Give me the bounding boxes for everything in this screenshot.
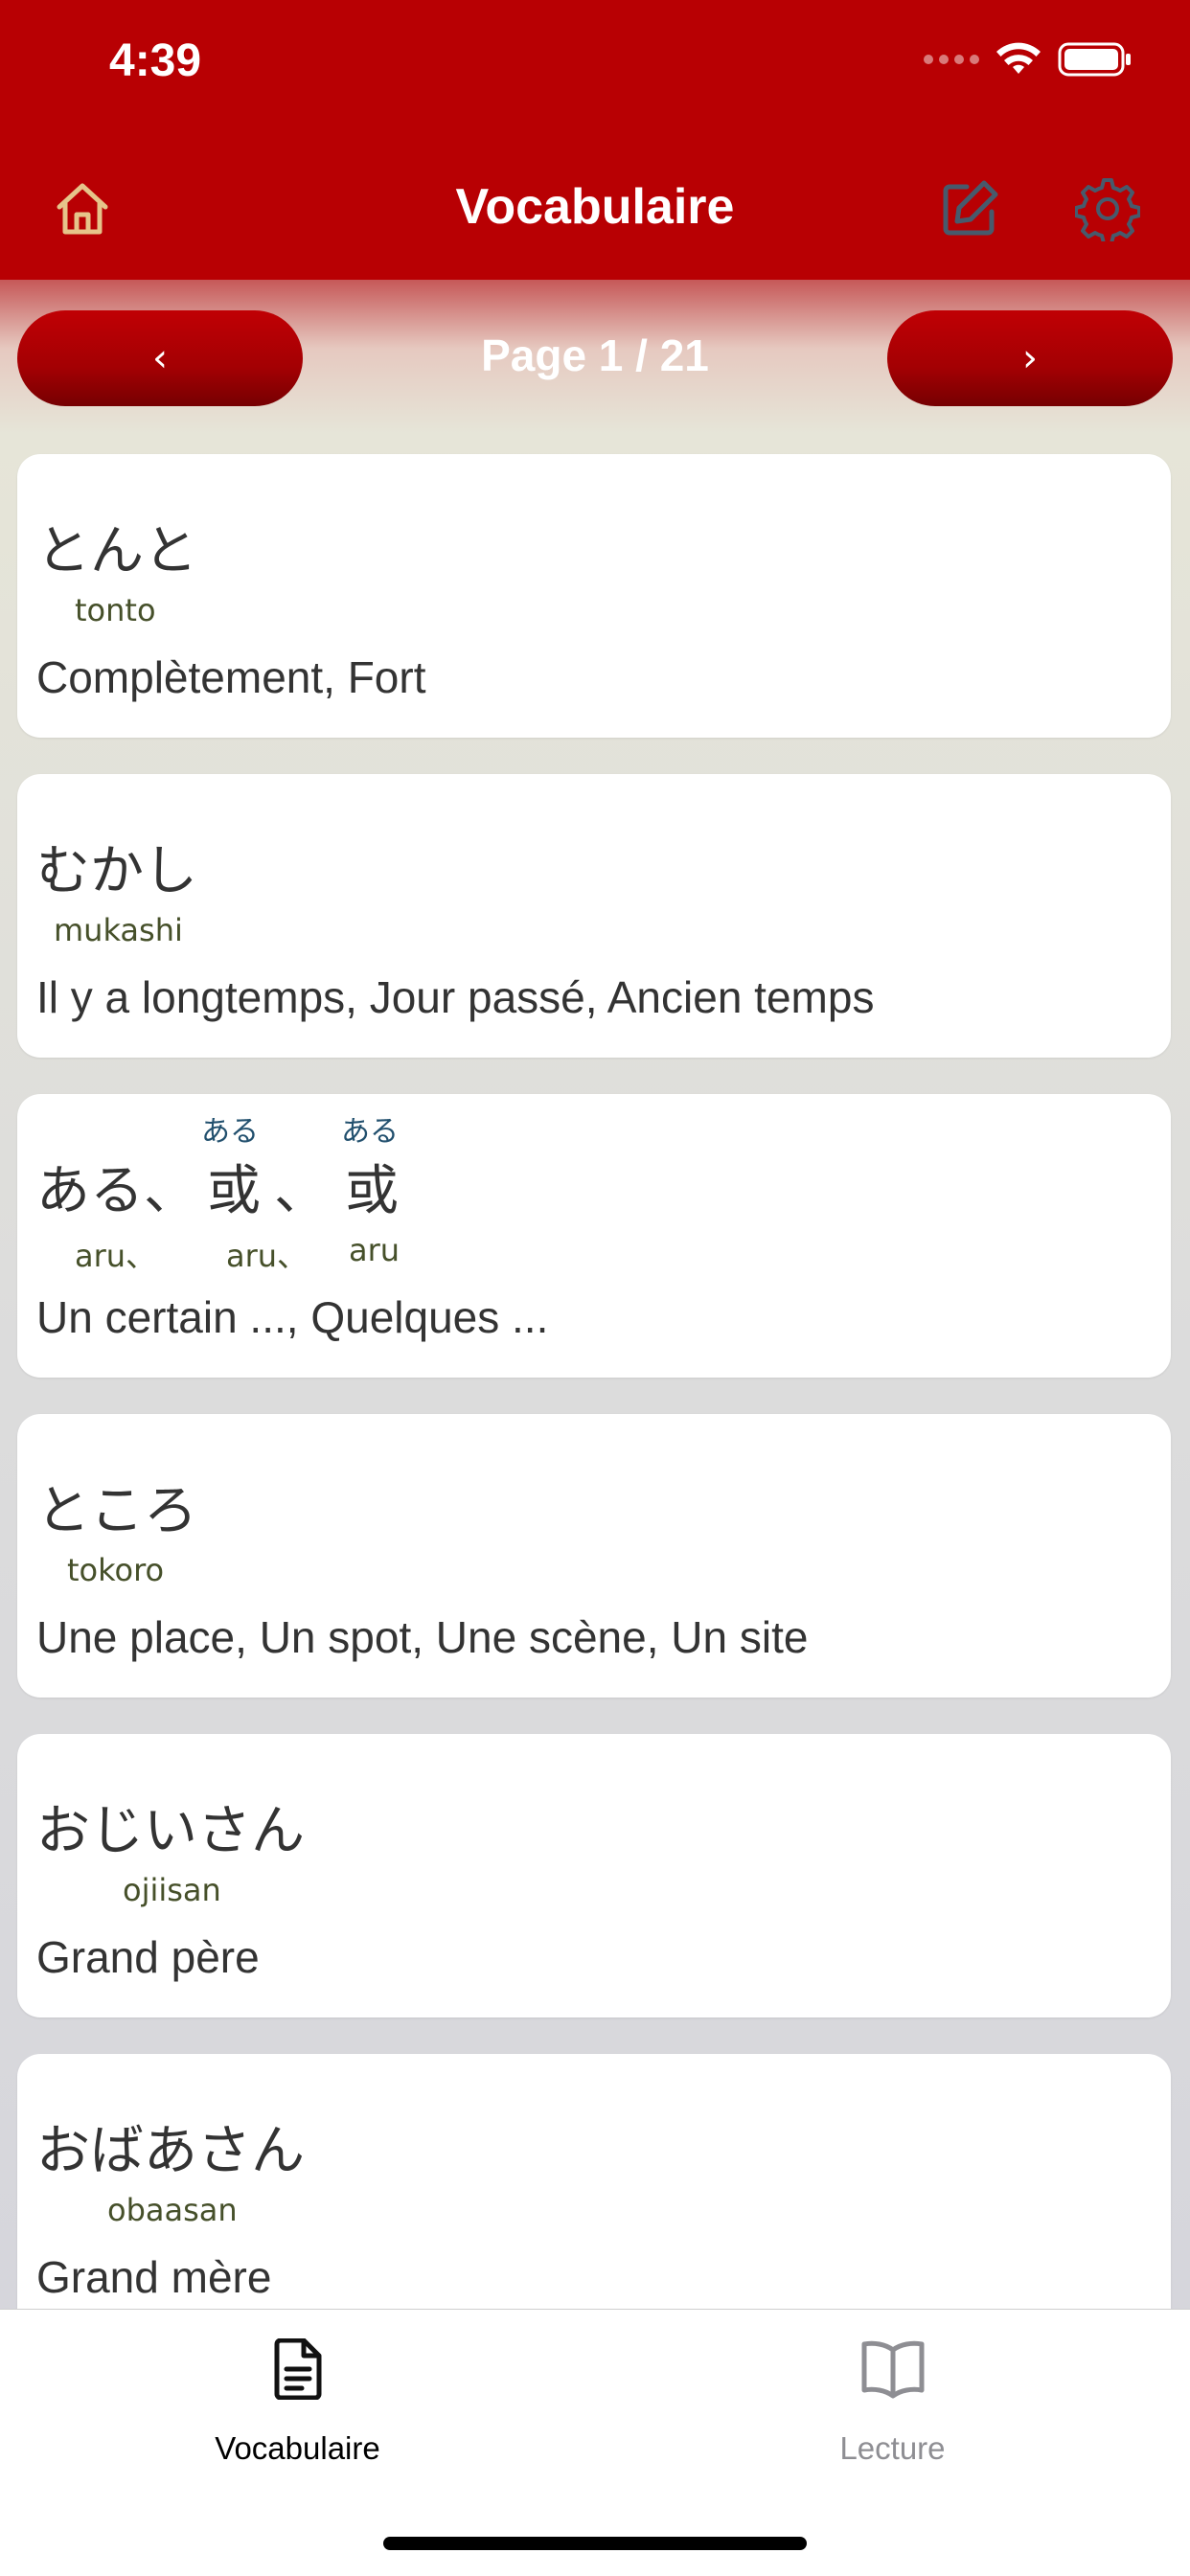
vocabulary-card[interactable]: むかし mukashi Il y a longtemps, Jour passé… (17, 774, 1171, 1058)
romaji: aru、 (75, 1238, 157, 1274)
battery-icon (1058, 42, 1131, 77)
header: Vocabulaire (0, 125, 1190, 280)
romaji: tonto (75, 592, 156, 628)
japanese-word: とんと (36, 520, 197, 582)
edit-icon (943, 180, 998, 236)
meaning: Grand mère (36, 2252, 272, 2302)
pager: ‹ Page 1 / 21 › (0, 280, 1190, 433)
romaji: mukashi (54, 912, 183, 948)
next-page-button[interactable]: › (887, 310, 1173, 406)
romaji: aru、 (226, 1238, 309, 1274)
tab-label: Lecture (839, 2430, 946, 2466)
status-icons (924, 40, 1133, 79)
meaning: Il y a longtemps, Jour passé, Ancien tem… (36, 972, 875, 1022)
settings-button[interactable] (1073, 174, 1142, 243)
japanese-word: 或 (345, 1160, 399, 1222)
tab-vocabulaire[interactable]: Vocabulaire (0, 2310, 595, 2501)
romaji: obaasan (107, 2192, 238, 2228)
vocabulary-card[interactable]: ところ tokoro Une place, Un spot, Une scène… (17, 1414, 1171, 1698)
wifi-icon (996, 42, 1041, 74)
page-title: Vocabulaire (455, 179, 735, 235)
japanese-word: ところ (36, 1480, 197, 1542)
romaji: ojiisan (123, 1872, 221, 1908)
status-bar: 4:39 (0, 0, 1190, 125)
vocabulary-card[interactable]: ある ある ある、 或 、 或 aru、 aru、 aru Un certain… (17, 1094, 1171, 1378)
japanese-word: おじいさん (36, 1800, 305, 1862)
document-icon (274, 2338, 321, 2400)
romaji: aru (349, 1232, 400, 1268)
japanese-word: 、 (274, 1160, 328, 1222)
meaning: Complètement, Fort (36, 652, 426, 702)
tab-lecture[interactable]: Lecture (595, 2310, 1190, 2501)
signal-icon (924, 55, 979, 64)
vocabulary-card[interactable]: おじいさん ojiisan Grand père (17, 1734, 1171, 2017)
furigana: ある (341, 1115, 399, 1149)
meaning: Une place, Un spot, Une scène, Un site (36, 1612, 809, 1662)
romaji: tokoro (67, 1552, 165, 1588)
status-time: 4:39 (109, 35, 202, 86)
meaning: Grand père (36, 1932, 260, 1982)
gear-icon (1075, 178, 1140, 241)
japanese-word: 或 (207, 1160, 261, 1222)
book-icon (861, 2340, 924, 2399)
vocabulary-card[interactable]: とんと tonto Complètement, Fort (17, 454, 1171, 738)
vocabulary-card[interactable]: おばあさん obaasan Grand mère (17, 2054, 1171, 2309)
japanese-word: おばあさん (36, 2120, 305, 2182)
tab-label: Vocabulaire (215, 2430, 380, 2466)
japanese-word: ある、 (36, 1160, 197, 1222)
meaning: Un certain ..., Quelques ... (36, 1292, 549, 1342)
vocabulary-list[interactable]: とんと tonto Complètement, Fort むかし mukashi… (0, 433, 1190, 2309)
furigana: ある (201, 1115, 259, 1149)
chevron-right-icon: › (1022, 336, 1038, 380)
edit-button[interactable] (935, 174, 1004, 243)
home-indicator (383, 2537, 807, 2550)
japanese-word: むかし (36, 840, 197, 902)
